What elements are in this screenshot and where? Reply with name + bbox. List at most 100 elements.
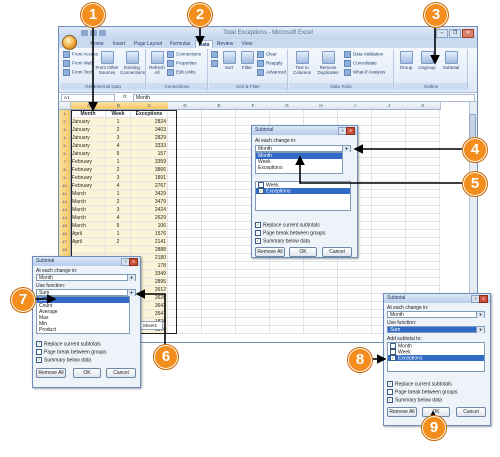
empty-cell[interactable] [372, 214, 406, 222]
empty-cell[interactable] [372, 206, 406, 214]
empty-cell[interactable] [406, 222, 440, 230]
checkbox[interactable] [36, 349, 42, 355]
filter-button[interactable]: Filter [239, 51, 255, 70]
empty-cell[interactable] [202, 206, 236, 214]
dialog-close-button[interactable]: ✕ [479, 295, 488, 303]
at-each-change-combo[interactable]: Month ▼ [36, 274, 136, 281]
table-header-cell[interactable]: Exceptions [131, 110, 168, 118]
table-cell[interactable]: 3 [106, 134, 131, 142]
empty-cell[interactable] [372, 150, 406, 158]
table-cell[interactable]: January [71, 126, 106, 134]
empty-cell[interactable] [168, 286, 202, 294]
chevron-down-icon[interactable]: ▼ [127, 275, 135, 281]
empty-cell[interactable] [168, 142, 202, 150]
empty-cell[interactable] [202, 214, 236, 222]
refresh-all-button[interactable]: Refresh All [149, 51, 165, 75]
subtotal-button[interactable]: Subtotal [440, 51, 462, 70]
empty-cell[interactable] [168, 126, 202, 134]
tab-insert[interactable]: Insert [109, 40, 129, 48]
data-validation-button[interactable]: Data Validation [344, 51, 383, 58]
at-each-change-combo[interactable]: Month ▼ [255, 145, 351, 152]
tab-view[interactable]: View [238, 40, 256, 48]
empty-cell[interactable] [202, 118, 236, 126]
table-cell[interactable]: March [71, 206, 106, 214]
empty-cell[interactable] [202, 238, 236, 246]
table-cell[interactable]: 3479 [131, 198, 168, 206]
empty-cell[interactable] [372, 238, 406, 246]
empty-cell[interactable] [168, 190, 202, 198]
ok-button[interactable]: OK [73, 368, 101, 378]
table-cell[interactable]: 2 [106, 238, 131, 246]
from-access-button[interactable]: From Access [63, 51, 98, 58]
empty-cell[interactable] [168, 214, 202, 222]
table-cell[interactable]: 1 [106, 190, 131, 198]
table-cell[interactable]: 1 [106, 118, 131, 126]
empty-cell[interactable] [202, 262, 236, 270]
empty-cell[interactable] [406, 142, 440, 150]
empty-cell[interactable] [406, 126, 440, 134]
option-replace[interactable]: ✓ Replace current subtotals [387, 381, 452, 387]
empty-cell[interactable] [304, 110, 338, 118]
tab-review[interactable]: Review [214, 40, 236, 48]
checkbox[interactable]: ✓ [390, 355, 396, 361]
maximize-button[interactable]: ❐ [449, 29, 461, 38]
empty-cell[interactable] [372, 246, 406, 254]
function-option[interactable]: Product [37, 327, 129, 333]
empty-cell[interactable] [236, 262, 270, 270]
table-cell[interactable]: 3 [106, 174, 131, 182]
empty-cell[interactable] [202, 294, 236, 302]
empty-cell[interactable] [202, 126, 236, 134]
empty-cell[interactable] [202, 158, 236, 166]
dialog-close-button[interactable]: ✕ [129, 258, 138, 266]
checkbox[interactable]: ✓ [387, 397, 393, 403]
empty-cell[interactable] [304, 278, 338, 286]
empty-cell[interactable] [304, 302, 338, 310]
empty-cell[interactable] [202, 278, 236, 286]
empty-cell[interactable] [406, 110, 440, 118]
formula-input[interactable]: Month [133, 94, 475, 102]
empty-cell[interactable] [372, 110, 406, 118]
from-web-button[interactable]: From Web [63, 60, 93, 67]
close-button[interactable]: ✕ [462, 29, 474, 38]
empty-cell[interactable] [168, 134, 202, 142]
option-replace[interactable]: ✓ Replace current subtotals [36, 341, 101, 347]
empty-cell[interactable] [236, 110, 270, 118]
empty-cell[interactable] [406, 118, 440, 126]
table-cell[interactable]: 3333 [131, 142, 168, 150]
clear-button[interactable]: Clear [257, 51, 277, 58]
empty-cell[interactable] [406, 182, 440, 190]
table-cell[interactable]: January [71, 134, 106, 142]
empty-cell[interactable] [168, 110, 202, 118]
empty-cell[interactable] [406, 166, 440, 174]
empty-cell[interactable] [168, 310, 202, 318]
empty-cell[interactable] [236, 286, 270, 294]
empty-cell[interactable] [168, 198, 202, 206]
checkbox[interactable]: ✓ [255, 222, 261, 228]
cancel-button[interactable]: Cancel [106, 368, 136, 378]
tab-formulas[interactable]: Formulas [167, 40, 193, 48]
properties-button[interactable]: Properties [167, 60, 197, 67]
empty-cell[interactable] [406, 262, 440, 270]
empty-cell[interactable] [202, 166, 236, 174]
table-cell[interactable]: 5 [106, 222, 131, 230]
table-cell[interactable]: 3359 [131, 158, 168, 166]
empty-cell[interactable] [168, 238, 202, 246]
empty-cell[interactable] [168, 262, 202, 270]
checkbox[interactable]: ✓ [36, 357, 42, 363]
empty-cell[interactable] [270, 294, 304, 302]
empty-cell[interactable] [202, 270, 236, 278]
empty-cell[interactable] [406, 254, 440, 262]
ok-button[interactable]: OK [289, 247, 317, 257]
empty-cell[interactable] [202, 198, 236, 206]
empty-cell[interactable] [202, 110, 236, 118]
table-cell[interactable]: 4 [106, 214, 131, 222]
empty-cell[interactable] [168, 206, 202, 214]
table-header-cell[interactable]: Month [71, 110, 106, 118]
empty-cell[interactable] [168, 254, 202, 262]
empty-cell[interactable] [168, 222, 202, 230]
from-text-button[interactable]: From Text [63, 69, 92, 76]
table-cell[interactable]: 2829 [131, 134, 168, 142]
chevron-down-icon[interactable]: ▼ [342, 146, 350, 152]
table-cell[interactable]: 1 [106, 158, 131, 166]
table-cell[interactable]: 2 [106, 166, 131, 174]
